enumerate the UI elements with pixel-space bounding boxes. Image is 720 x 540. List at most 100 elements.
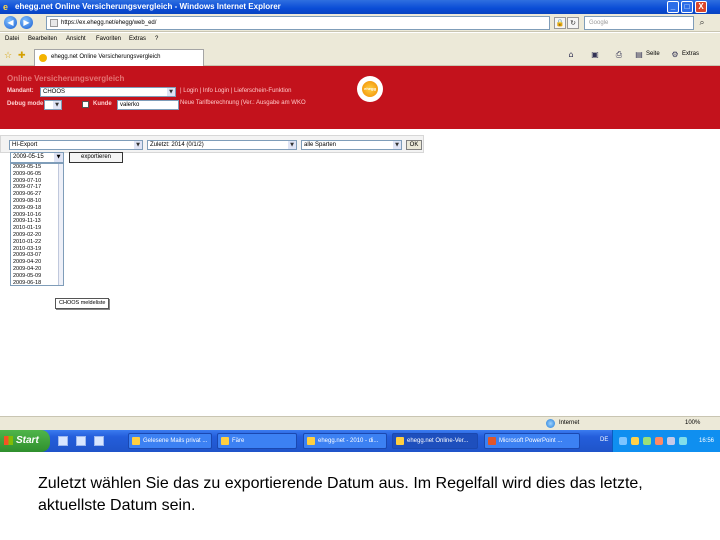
back-icon[interactable]: ◀	[4, 16, 17, 29]
clock: 16:56	[699, 438, 715, 444]
taskbar-item[interactable]: Gelesene Mails privat ...	[128, 433, 212, 449]
quicklaunch-icon[interactable]	[58, 436, 68, 446]
date-option[interactable]: 2009-03-07	[11, 252, 63, 259]
mail-icon	[132, 437, 140, 445]
search-icon[interactable]: ⌕	[696, 17, 708, 29]
taskbar-item-label: ehegg.net - 2010 - di...	[318, 438, 379, 444]
scrollbar[interactable]	[58, 164, 63, 285]
site-logo: ehegg	[357, 76, 383, 102]
date-option[interactable]: 2010-01-19	[11, 225, 63, 232]
date-option[interactable]: 2009-08-10	[11, 198, 63, 205]
checkbox[interactable]	[82, 101, 89, 108]
address-input[interactable]: https://ex.ehegg.net/ehegg/web_ed/	[46, 16, 550, 30]
tray-icon[interactable]	[619, 437, 627, 445]
folder-icon	[221, 437, 229, 445]
date-select[interactable]: 2009-05-15 ▼	[10, 152, 64, 163]
maximize-button[interactable]: □	[681, 1, 693, 13]
date-option[interactable]: 2009-04-20	[11, 266, 63, 273]
debug-label: Debug mode	[7, 101, 44, 107]
quicklaunch-icon[interactable]	[76, 436, 86, 446]
taskbar-item[interactable]: Färe	[217, 433, 297, 449]
go-button[interactable]: OK	[406, 140, 422, 150]
date-option[interactable]: 2009-06-05	[11, 171, 63, 178]
period-select[interactable]: Zuletzt: 2014 (0/1/2) ▼	[147, 140, 297, 150]
close-button[interactable]: X	[695, 1, 707, 13]
header-links-secondary[interactable]: Neue Tarifberechnung (Ver.: Ausgabe am W…	[180, 100, 306, 106]
date-option[interactable]: 2009-05-09	[11, 273, 63, 280]
add-favorite-icon[interactable]: ✚	[18, 51, 26, 61]
taskbar-item-active[interactable]: ehegg.net Online-Ver...	[392, 433, 478, 449]
tools-icon: ⚙	[671, 50, 679, 59]
tray-icon[interactable]	[679, 437, 687, 445]
security-zone: Internet	[559, 420, 580, 426]
site-header: Online Versicherungsvergleich Mandant: C…	[0, 66, 720, 129]
sparten-select[interactable]: alle Sparten ▼	[301, 140, 402, 150]
logo-text: ehegg	[362, 81, 378, 97]
user-field[interactable]: valerko	[117, 100, 179, 110]
date-option[interactable]: 2009-04-20	[11, 259, 63, 266]
forward-icon[interactable]: ▶	[20, 16, 33, 29]
date-option[interactable]: 2010-01-22	[11, 239, 63, 246]
zoom-level[interactable]: 100%	[685, 420, 700, 426]
browser-icon	[396, 437, 404, 445]
lock-icon[interactable]: 🔒	[554, 17, 566, 29]
feeds-icon[interactable]: ▣	[590, 50, 600, 60]
taskbar: Start Gelesene Mails privat ... Färe ehe…	[0, 430, 720, 452]
date-option[interactable]: 2009-10-16	[11, 212, 63, 219]
taskbar-item[interactable]: Microsoft PowerPoint ...	[484, 433, 580, 449]
menu-datei[interactable]: Datei	[5, 36, 19, 42]
screenshot: e ehegg.net Online Versicherungsvergleic…	[0, 0, 720, 452]
taskbar-item[interactable]: ehegg.net - 2010 - di...	[303, 433, 387, 449]
date-option[interactable]: 2009-07-10	[11, 178, 63, 185]
chevron-down-icon: ▼	[54, 153, 63, 162]
date-option[interactable]: 2009-05-15	[11, 164, 63, 171]
print-icon[interactable]: ⎙	[614, 50, 624, 60]
window-titlebar: e ehegg.net Online Versicherungsvergleic…	[0, 0, 720, 14]
internet-explorer-icon: e	[3, 2, 9, 12]
user-value: valerko	[120, 102, 140, 108]
page-menu[interactable]: Seite	[646, 51, 660, 57]
debug-select[interactable]: ▼	[44, 100, 62, 110]
tools-menu[interactable]: Extras	[682, 51, 699, 57]
start-button[interactable]: Start	[0, 430, 50, 452]
tray-icon[interactable]	[643, 437, 651, 445]
menu-help[interactable]: ?	[155, 36, 158, 42]
site-favicon	[39, 54, 47, 62]
site-title: Online Versicherungsvergleich	[7, 74, 125, 83]
menu-extras[interactable]: Extras	[129, 36, 146, 42]
tray-icon[interactable]	[667, 437, 675, 445]
page-icon	[50, 19, 58, 27]
menu-ansicht[interactable]: Ansicht	[66, 36, 86, 42]
home-icon[interactable]: ⌂	[566, 50, 576, 60]
tray-icon[interactable]	[631, 437, 639, 445]
taskbar-item-label: Färe	[232, 438, 245, 444]
date-option[interactable]: 2009-07-17	[11, 184, 63, 191]
mandant-select[interactable]: CHOOS ▼	[40, 87, 176, 97]
mandant-value: CHOOS	[43, 89, 66, 95]
start-label: Start	[16, 435, 39, 446]
date-option[interactable]: 2009-09-18	[11, 205, 63, 212]
refresh-icon[interactable]: ↻	[567, 17, 579, 29]
minimize-button[interactable]: _	[667, 1, 679, 13]
menu-favoriten[interactable]: Favoriten	[96, 36, 121, 42]
menu-bearbeiten[interactable]: Bearbeiten	[28, 36, 57, 42]
taskbar-item-label: ehegg.net Online-Ver...	[407, 438, 469, 444]
header-links[interactable]: | Login | Info Login | Lieferschein-Funk…	[180, 88, 291, 94]
favorites-star-icon[interactable]: ☆	[4, 51, 12, 61]
module-select[interactable]: HI-Export ▼	[9, 140, 143, 150]
quicklaunch-icon[interactable]	[94, 436, 104, 446]
tab-label: ehegg.net Online Versicherungsvergleich	[51, 54, 161, 60]
search-input[interactable]: Google	[584, 16, 694, 30]
user-label: Kunde	[93, 101, 112, 107]
date-option[interactable]: 2009-02-20	[11, 232, 63, 239]
date-option[interactable]: 2009-11-13	[11, 218, 63, 225]
date-option[interactable]: 2010-03-19	[11, 246, 63, 253]
export-button[interactable]: exportieren	[69, 152, 123, 163]
tab-active[interactable]: ehegg.net Online Versicherungsvergleich	[34, 49, 204, 66]
date-option[interactable]: 2009-06-18	[11, 280, 63, 285]
powerpoint-icon	[488, 437, 496, 445]
tray-icon[interactable]	[655, 437, 663, 445]
language-indicator[interactable]: DE	[600, 437, 608, 443]
date-option[interactable]: 2009-06-27	[11, 191, 63, 198]
date-dropdown-list[interactable]: 2009-05-15 2009-06-05 2009-07-10 2009-07-17…	[10, 163, 64, 286]
